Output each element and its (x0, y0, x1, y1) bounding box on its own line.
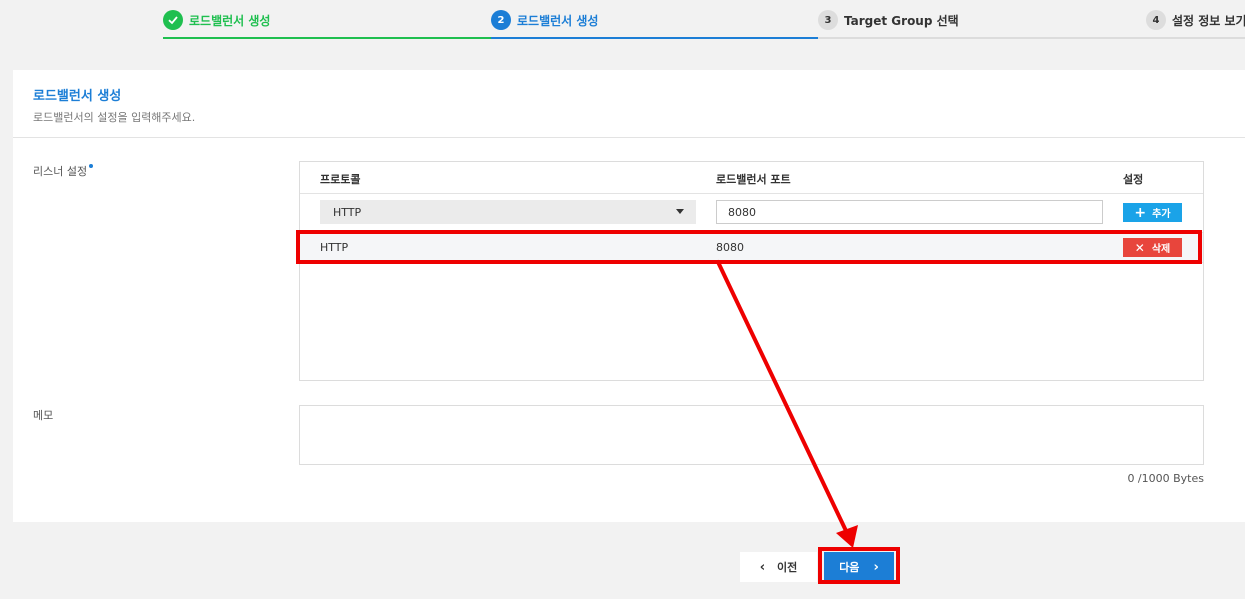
card-title: 로드밸런서 생성 (33, 89, 122, 104)
memo-byte-counter: 0 /1000 Bytes (1127, 472, 1204, 485)
step-2-progress-bar (491, 37, 818, 39)
column-header-port: 로드밸런서 포트 (716, 173, 791, 186)
row-port: 8080 (716, 241, 744, 254)
plus-icon: + (1134, 204, 1147, 221)
column-header-protocol: 프로토콜 (320, 173, 361, 186)
card-header: 로드밸런서 생성 로드밸런서의 설정을 입력해주세요. (13, 70, 1245, 138)
port-input[interactable] (716, 200, 1103, 224)
protocol-select-value: HTTP (333, 205, 362, 219)
chevron-left-icon: ‹ (759, 559, 766, 575)
next-button[interactable]: 다음 › (824, 552, 894, 582)
protocol-select[interactable]: HTTP (320, 200, 696, 224)
wizard-stepper: 로드밸런서 생성 2 로드밸런서 생성 3 Target Group 선택 4 … (0, 0, 1245, 40)
step-2: 2 로드밸런서 생성 (491, 0, 598, 40)
step-4-number: 4 (1146, 10, 1166, 30)
add-listener-label: 추가 (1152, 209, 1171, 220)
memo-textarea[interactable] (299, 405, 1204, 465)
table-header-divider (300, 193, 1203, 194)
table-row: HTTP 8080 ✕ 삭제 (300, 232, 1203, 263)
delete-listener-button[interactable]: ✕ 삭제 (1123, 238, 1182, 257)
check-icon (163, 10, 183, 30)
step-1-progress-bar (163, 37, 491, 39)
required-dot-icon (89, 164, 94, 168)
step-1: 로드밸런서 생성 (163, 0, 270, 40)
step-3-label: Target Group 선택 (844, 13, 959, 28)
step-pending-progress-bar (818, 37, 1245, 39)
caret-down-icon (676, 209, 684, 214)
listener-label-text: 리스너 설정 (33, 165, 88, 178)
previous-label: 이전 (777, 561, 798, 574)
step-4: 4 설정 정보 보기 (1146, 0, 1245, 40)
previous-button[interactable]: ‹ 이전 (740, 552, 817, 582)
chevron-right-icon: › (873, 559, 879, 575)
close-icon: ✕ (1134, 240, 1145, 255)
step-4-label: 설정 정보 보기 (1172, 13, 1245, 28)
step-3-number: 3 (818, 10, 838, 30)
step-3: 3 Target Group 선택 (818, 0, 959, 40)
load-balancer-form-card: 로드밸런서 생성 로드밸런서의 설정을 입력해주세요. 리스너 설정 프로토콜 … (13, 70, 1245, 522)
step-2-label: 로드밸런서 생성 (517, 13, 599, 28)
delete-listener-label: 삭제 (1151, 244, 1171, 255)
next-label: 다음 (839, 561, 860, 574)
listener-table: 프로토콜 로드밸런서 포트 설정 HTTP + 추가 HTTP 8080 ✕ 삭… (299, 161, 1204, 381)
add-listener-button[interactable]: + 추가 (1123, 203, 1182, 222)
row-protocol: HTTP (320, 241, 349, 254)
memo-label: 메모 (33, 409, 54, 422)
column-header-setting: 설정 (1123, 173, 1144, 186)
card-description: 로드밸런서의 설정을 입력해주세요. (33, 111, 196, 124)
step-1-label: 로드밸런서 생성 (189, 13, 271, 28)
step-2-number: 2 (491, 10, 511, 30)
listener-label: 리스너 설정 (33, 163, 94, 179)
